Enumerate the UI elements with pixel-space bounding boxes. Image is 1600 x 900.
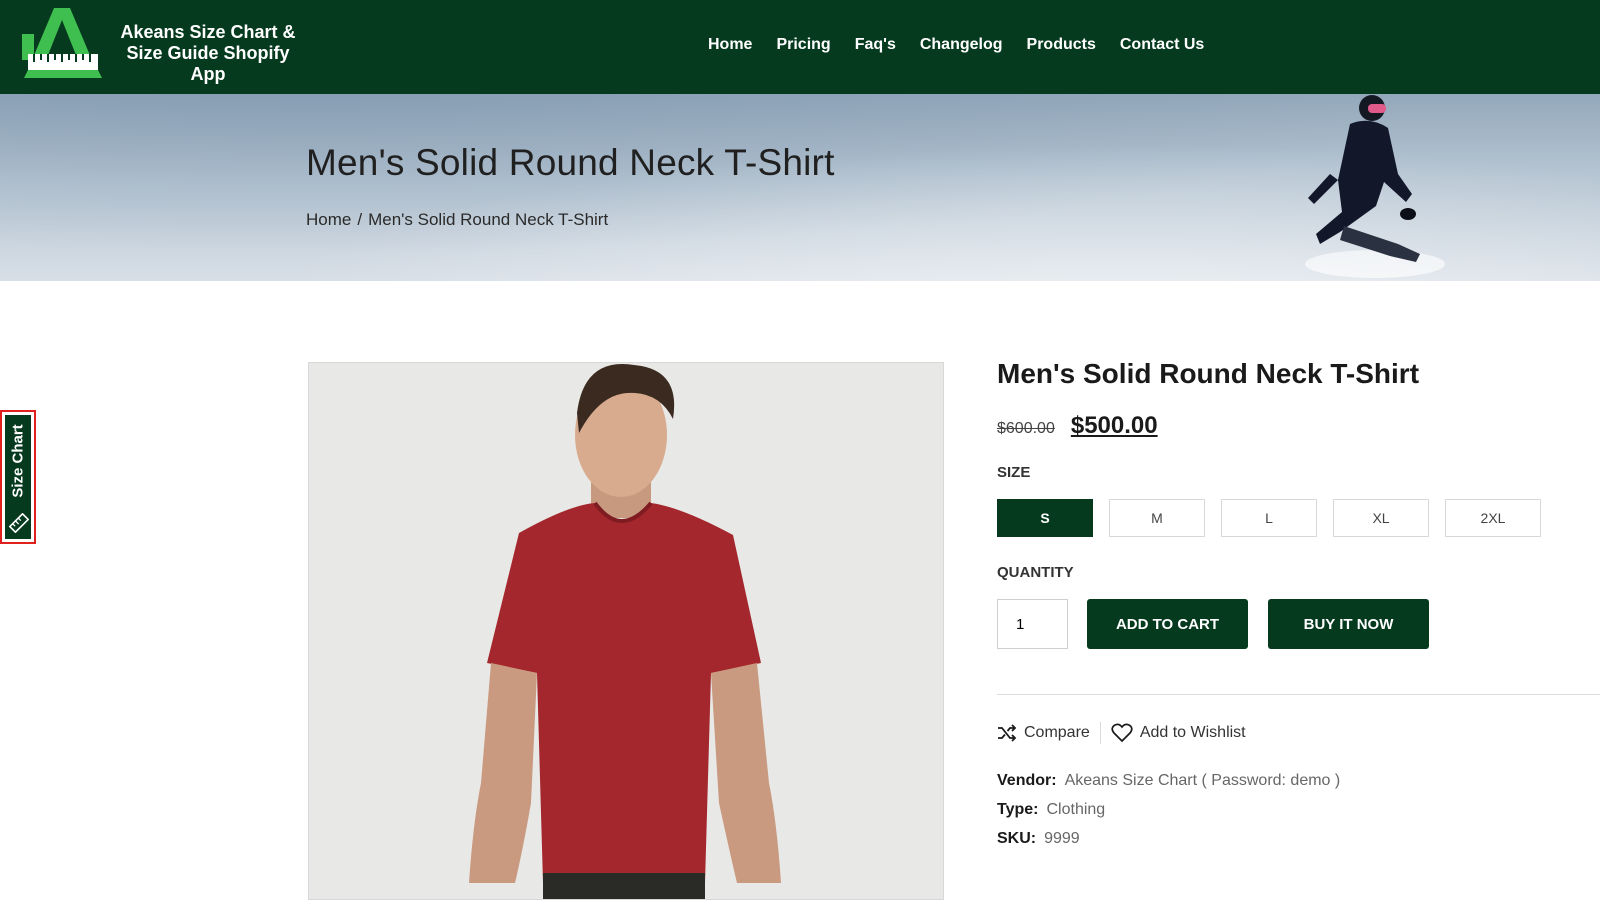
nav-pricing[interactable]: Pricing: [776, 36, 830, 54]
main-nav: Home Pricing Faq's Changelog Products Co…: [708, 36, 1204, 54]
breadcrumb: Home / Men's Solid Round Neck T-Shirt: [306, 210, 608, 230]
sale-price: $500.00: [1070, 412, 1158, 439]
size-option-2xl[interactable]: 2XL: [1445, 499, 1541, 537]
size-chart-label: Size Chart: [9, 424, 27, 498]
buy-now-button[interactable]: BUY IT NOW: [1268, 599, 1429, 649]
nav-changelog[interactable]: Changelog: [920, 36, 1003, 54]
size-options: S M L XL 2XL: [997, 499, 1541, 537]
compare-label: Compare: [1024, 724, 1090, 741]
divider: [997, 694, 1600, 695]
breadcrumb-current: Men's Solid Round Neck T-Shirt: [368, 210, 609, 229]
size-option-m[interactable]: M: [1109, 499, 1205, 537]
compare-button[interactable]: Compare: [997, 724, 1090, 742]
logo-line-1: Akeans Size Chart &: [120, 22, 296, 42]
page-banner: Men's Solid Round Neck T-Shirt Home / Me…: [0, 94, 1600, 281]
shuffle-icon: [998, 724, 1017, 742]
quantity-input[interactable]: [997, 599, 1068, 649]
page-title: Men's Solid Round Neck T-Shirt: [306, 142, 835, 183]
type-value: Clothing: [1046, 801, 1106, 818]
logo-line-2: Size Guide Shopify App: [126, 43, 290, 84]
action-separator: [1099, 722, 1101, 744]
price-row: $600.00 $500.00: [997, 412, 1158, 440]
wishlist-label: Add to Wishlist: [1139, 724, 1246, 741]
vendor-value: Akeans Size Chart ( Password: demo ): [1064, 772, 1341, 789]
type-row: Type: Clothing: [997, 801, 1105, 819]
type-label: Type:: [997, 801, 1039, 818]
size-label: SIZE: [997, 464, 1031, 481]
logo-icon[interactable]: [22, 8, 102, 80]
sku-label: SKU:: [997, 830, 1037, 847]
compare-at-price: $600.00: [997, 420, 1055, 437]
add-to-cart-button[interactable]: ADD TO CART: [1087, 599, 1248, 649]
size-option-l[interactable]: L: [1221, 499, 1317, 537]
breadcrumb-separator: /: [357, 210, 363, 229]
logo-text[interactable]: Akeans Size Chart & Size Guide Shopify A…: [108, 22, 308, 85]
add-to-wishlist-button[interactable]: Add to Wishlist: [1111, 723, 1246, 743]
heart-icon: [1111, 723, 1133, 743]
sku-row: SKU: 9999: [997, 830, 1080, 848]
site-header: Akeans Size Chart & Size Guide Shopify A…: [0, 0, 1600, 94]
product-image[interactable]: [308, 362, 944, 900]
nav-faqs[interactable]: Faq's: [855, 36, 896, 54]
snowboarder-image: [1305, 95, 1445, 278]
breadcrumb-home[interactable]: Home: [306, 210, 351, 230]
ruler-icon: [9, 513, 29, 533]
vendor-row: Vendor: Akeans Size Chart ( Password: de…: [997, 772, 1340, 790]
sku-value: 9999: [1044, 830, 1080, 847]
quantity-label: QUANTITY: [997, 564, 1074, 581]
nav-home[interactable]: Home: [708, 36, 752, 54]
product-photo: [309, 363, 943, 899]
nav-products[interactable]: Products: [1027, 36, 1096, 54]
product-title: Men's Solid Round Neck T-Shirt: [997, 358, 1420, 389]
vendor-label: Vendor:: [997, 772, 1057, 789]
size-option-s[interactable]: S: [997, 499, 1093, 537]
size-chart-tab-inner: Size Chart: [5, 415, 31, 539]
size-chart-tab[interactable]: Size Chart: [0, 410, 36, 544]
size-option-xl[interactable]: XL: [1333, 499, 1429, 537]
nav-contact-us[interactable]: Contact Us: [1120, 36, 1204, 54]
product-actions: Compare Add to Wishlist: [997, 722, 1246, 744]
